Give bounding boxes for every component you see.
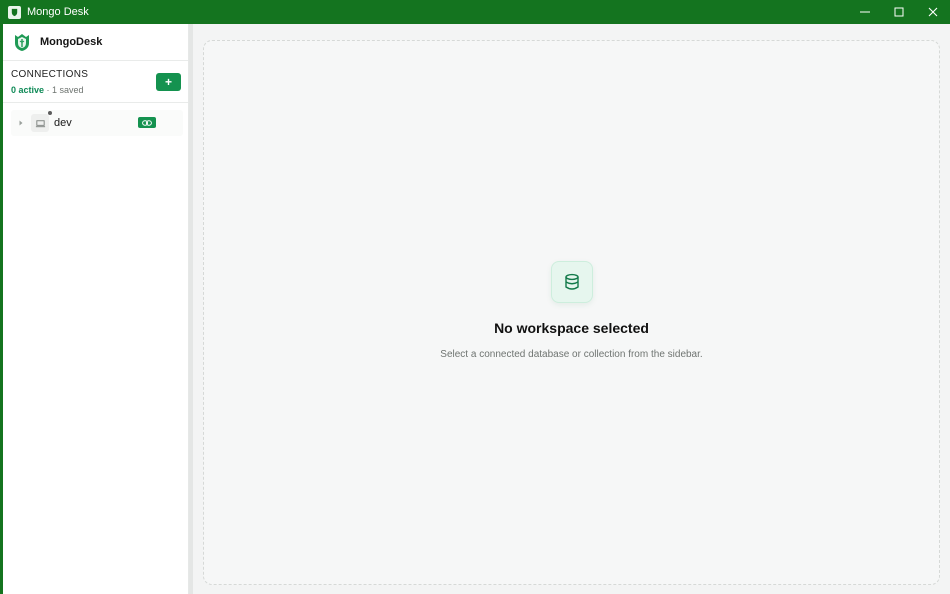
summary-separator: ·	[44, 85, 53, 95]
add-connection-button[interactable]: +	[156, 73, 181, 91]
close-button[interactable]	[916, 0, 950, 24]
brand-logo-icon	[15, 34, 29, 51]
maximize-button[interactable]	[882, 0, 916, 24]
brand-header: MongoDesk	[3, 24, 188, 61]
status-dot	[48, 111, 52, 115]
empty-state-subtitle: Select a connected database or collectio…	[440, 349, 703, 360]
brand-name: MongoDesk	[40, 36, 103, 48]
app-icon	[8, 5, 21, 19]
laptop-icon	[31, 111, 52, 132]
close-icon	[928, 7, 938, 17]
window-titlebar: Mongo Desk	[0, 0, 950, 24]
connection-name: dev	[54, 117, 72, 129]
maximize-icon	[894, 7, 904, 17]
link-icon	[142, 119, 152, 126]
minimize-button[interactable]	[848, 0, 882, 24]
connections-header: CONNECTIONS 0 active · 1 saved +	[3, 61, 188, 103]
minimize-icon	[860, 11, 870, 13]
active-count: 0 active	[11, 85, 45, 95]
database-icon	[551, 261, 593, 303]
connections-title: CONNECTIONS	[11, 69, 89, 80]
sidebar: MongoDesk CONNECTIONS 0 active · 1 saved…	[3, 24, 189, 594]
workspace-panel: No workspace selected Select a connected…	[203, 40, 940, 585]
chevron-right-icon[interactable]	[18, 120, 24, 126]
connection-item-dev[interactable]: dev	[11, 110, 183, 136]
connect-button[interactable]	[138, 117, 156, 128]
empty-state-title: No workspace selected	[494, 320, 649, 336]
saved-count: 1 saved	[52, 85, 84, 95]
connections-summary: 0 active · 1 saved	[11, 85, 84, 95]
window-controls	[848, 0, 950, 24]
sidebar-resize-handle[interactable]	[189, 24, 193, 594]
window-title: Mongo Desk	[27, 6, 89, 18]
